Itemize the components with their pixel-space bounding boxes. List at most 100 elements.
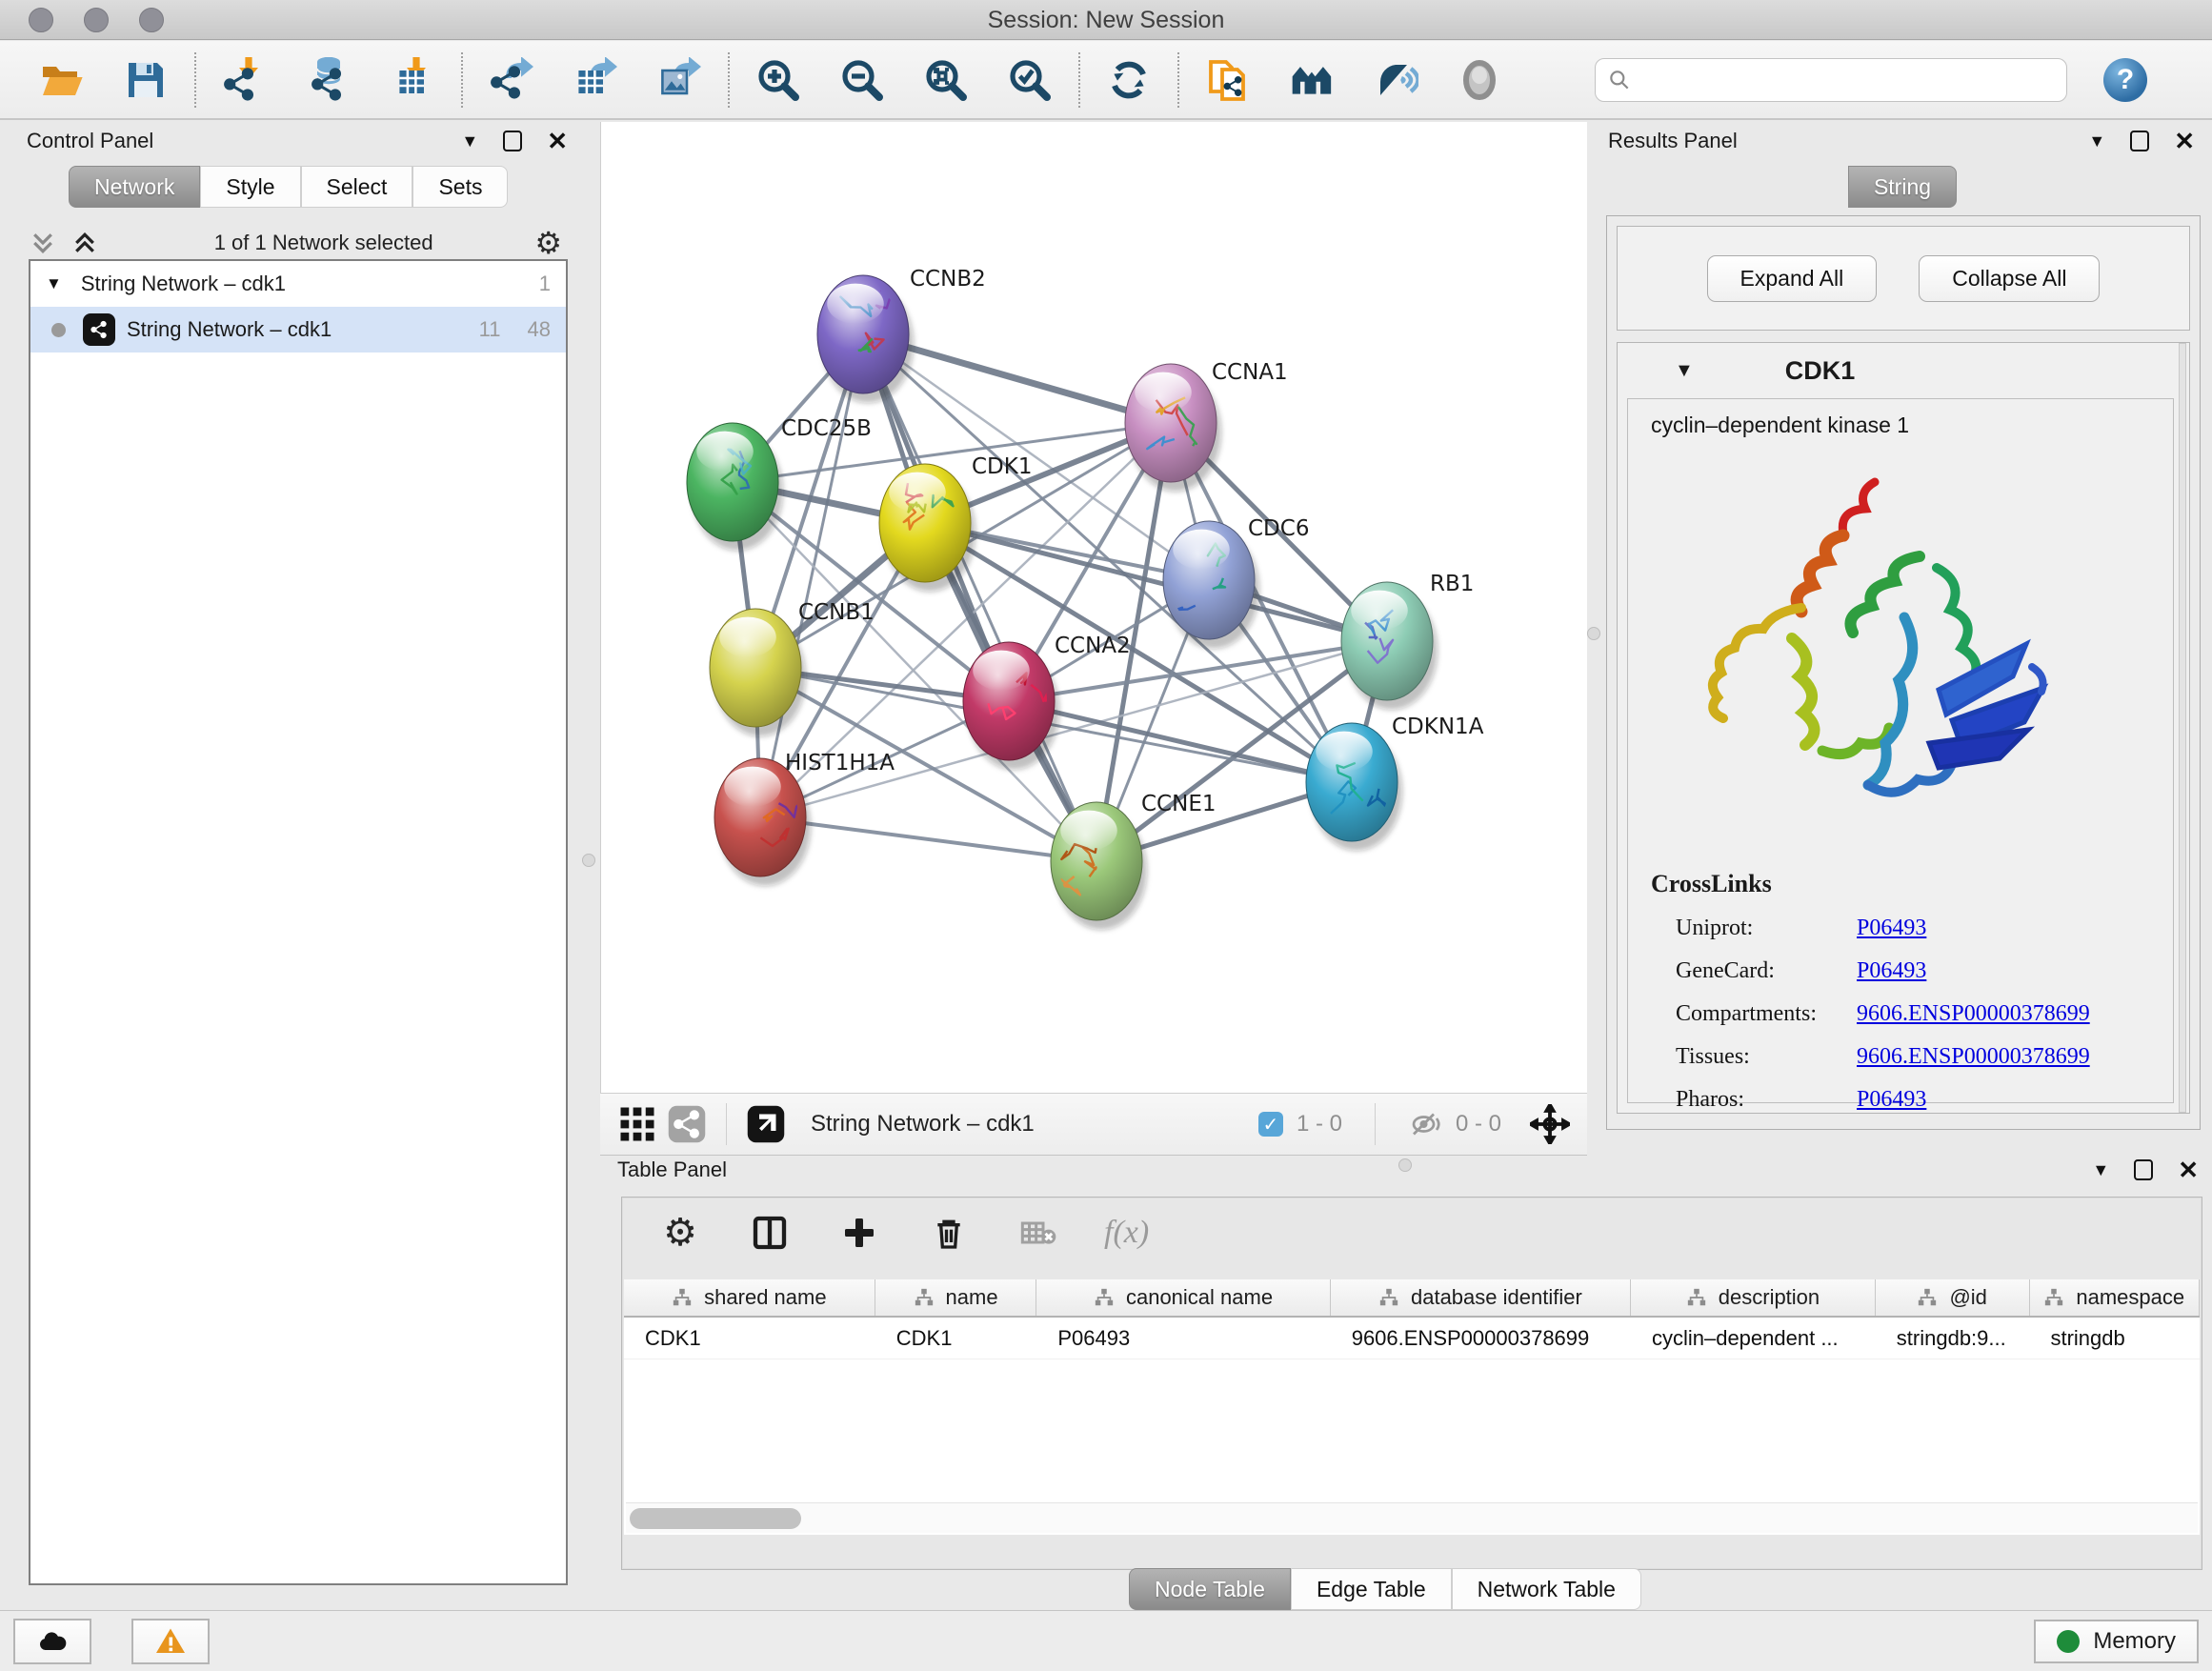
table-cell[interactable]: CDK1 <box>875 1318 1037 1359</box>
network-edge[interactable] <box>925 523 1387 641</box>
network-node-CDC6[interactable]: CDC6 <box>1163 516 1309 649</box>
table-cell[interactable]: CDK1 <box>624 1318 875 1359</box>
table-hscrollbar[interactable] <box>626 1502 2198 1533</box>
open-in-window-icon[interactable] <box>746 1104 786 1144</box>
selected-checkbox[interactable]: ✓ <box>1258 1112 1283 1137</box>
search-field[interactable] <box>1595 58 2067 102</box>
tab-style[interactable]: Style <box>200 166 300 208</box>
table-cell[interactable]: cyclin–dependent ... <box>1631 1318 1876 1359</box>
network-node-CDK1[interactable]: CDK1 <box>879 454 1033 592</box>
export-network-icon[interactable] <box>488 56 535 104</box>
entry-collapse-icon[interactable]: ▼ <box>1675 360 1694 382</box>
zoom-out-icon[interactable] <box>838 56 886 104</box>
zoom-in-icon[interactable] <box>754 56 802 104</box>
crosshair-icon[interactable] <box>1530 1104 1570 1144</box>
network-collection-row[interactable]: ▼ String Network – cdk1 1 <box>30 261 566 307</box>
network-edge[interactable] <box>760 817 1096 861</box>
tab-sets[interactable]: Sets <box>412 166 508 208</box>
collection-expand-icon[interactable]: ▼ <box>46 274 62 293</box>
results-close-panel-icon[interactable]: ✕ <box>2174 127 2195 156</box>
left-splitter-handle[interactable] <box>582 854 595 867</box>
table-cell[interactable]: 9606.ENSP00000378699 <box>1331 1318 1631 1359</box>
network-edge[interactable] <box>760 334 863 817</box>
network-canvas[interactable]: CCNB2 CCNA1 CDC25B CDK1 CDC6 RB1 CCNB1 <box>600 122 1587 1093</box>
network-node-CDKN1A[interactable]: CDKN1A <box>1306 715 1484 851</box>
title-bar: Session: New Session <box>0 0 2212 40</box>
column-header-name[interactable]: name <box>875 1279 1037 1316</box>
crosslink-url[interactable]: 9606.ENSP00000378699 <box>1857 1044 2090 1069</box>
table-cell[interactable]: stringdb:9... <box>1876 1318 2030 1359</box>
tab-string[interactable]: String <box>1848 166 1957 208</box>
entry-scrollbar[interactable] <box>2179 343 2186 1113</box>
zoom-selected-icon[interactable] <box>1006 56 1054 104</box>
crosslink-url[interactable]: P06493 <box>1857 958 1926 983</box>
zoom-fit-icon[interactable] <box>922 56 970 104</box>
network-node-CCNB1[interactable]: CCNB1 <box>710 600 875 736</box>
eye-disabled-icon[interactable] <box>1456 56 1503 104</box>
tab-network-table[interactable]: Network Table <box>1452 1568 1641 1610</box>
export-image-icon[interactable] <box>655 56 703 104</box>
table-panel-menu-icon[interactable]: ▼ <box>2092 1160 2109 1180</box>
table-close-panel-icon[interactable]: ✕ <box>2178 1156 2199 1185</box>
open-session-icon[interactable] <box>38 56 86 104</box>
refresh-network-icon[interactable] <box>1105 56 1153 104</box>
tab-select[interactable]: Select <box>301 166 413 208</box>
toggle-graphics-icon[interactable] <box>1372 56 1419 104</box>
crosslink-url[interactable]: 9606.ENSP00000378699 <box>1857 1001 2090 1026</box>
float-panel-icon[interactable] <box>503 131 522 151</box>
network-node-RB1[interactable]: RB1 <box>1341 572 1474 710</box>
column-header-canonical-name[interactable]: canonical name <box>1036 1279 1330 1316</box>
network-options-gear-icon[interactable]: ⚙ <box>534 228 562 258</box>
close-panel-icon[interactable]: ✕ <box>547 127 568 156</box>
crosslink-url[interactable]: P06493 <box>1857 916 1926 940</box>
collapse-all-networks-icon[interactable] <box>70 229 99 257</box>
expand-all-button[interactable]: Expand All <box>1707 255 1878 302</box>
cloud-button[interactable] <box>13 1619 91 1664</box>
network-edge[interactable] <box>1009 701 1352 782</box>
share-network-icon[interactable] <box>667 1104 707 1144</box>
import-network-file-icon[interactable] <box>221 56 269 104</box>
results-panel-menu-icon[interactable]: ▼ <box>2088 131 2105 151</box>
crosslink-url[interactable]: P06493 <box>1857 1087 1926 1112</box>
collapse-all-button[interactable]: Collapse All <box>1919 255 2100 302</box>
network-node-HIST1H1A[interactable]: HIST1H1A <box>714 751 895 886</box>
tab-node-table[interactable]: Node Table <box>1129 1568 1291 1610</box>
add-column-icon[interactable] <box>835 1209 883 1257</box>
network-node-CCNE1[interactable]: CCNE1 <box>1051 792 1217 930</box>
help-button[interactable]: ? <box>2103 58 2147 102</box>
column-header-namespace[interactable]: namespace <box>2030 1279 2200 1316</box>
gear-icon[interactable]: ⚙ <box>656 1209 704 1257</box>
network-edge[interactable] <box>863 334 1096 861</box>
column-header-description[interactable]: description <box>1631 1279 1876 1316</box>
table-cell[interactable]: stringdb <box>2029 1318 2200 1359</box>
export-table-icon[interactable] <box>572 56 619 104</box>
column-header-database-identifier[interactable]: database identifier <box>1331 1279 1631 1316</box>
table-row[interactable]: CDK1CDK1P064939606.ENSP00000378699cyclin… <box>624 1318 2200 1359</box>
panel-menu-icon[interactable]: ▼ <box>461 131 478 151</box>
network-node-CCNA1[interactable]: CCNA1 <box>1125 360 1288 492</box>
column-header--id[interactable]: @id <box>1876 1279 2030 1316</box>
column-header-shared-name[interactable]: shared name <box>624 1279 875 1316</box>
import-network-database-icon[interactable] <box>305 56 352 104</box>
clone-network-icon[interactable] <box>1204 56 1252 104</box>
table-cell[interactable]: P06493 <box>1036 1318 1330 1359</box>
warnings-button[interactable] <box>131 1619 210 1664</box>
results-float-panel-icon[interactable] <box>2130 131 2149 151</box>
save-session-icon[interactable] <box>122 56 170 104</box>
table-hscrollbar-thumb[interactable] <box>630 1508 801 1529</box>
tab-network[interactable]: Network <box>69 166 200 208</box>
tab-edge-table[interactable]: Edge Table <box>1291 1568 1452 1610</box>
columns-icon[interactable] <box>746 1209 794 1257</box>
memory-button[interactable]: Memory <box>2034 1620 2199 1663</box>
show-hide-details-icon[interactable] <box>1288 56 1336 104</box>
import-table-file-icon[interactable] <box>389 56 436 104</box>
table-float-panel-icon[interactable] <box>2134 1159 2153 1180</box>
network-node-CCNB2[interactable]: CCNB2 <box>817 267 986 403</box>
network-node-CCNA2[interactable]: CCNA2 <box>963 634 1131 770</box>
delete-icon[interactable] <box>925 1209 973 1257</box>
right-splitter-handle[interactable] <box>1587 627 1600 640</box>
search-input[interactable] <box>1632 67 2055 93</box>
expand-all-networks-icon[interactable] <box>29 229 57 257</box>
grid-view-icon[interactable] <box>617 1104 657 1144</box>
network-row[interactable]: String Network – cdk1 11 48 <box>30 307 566 352</box>
